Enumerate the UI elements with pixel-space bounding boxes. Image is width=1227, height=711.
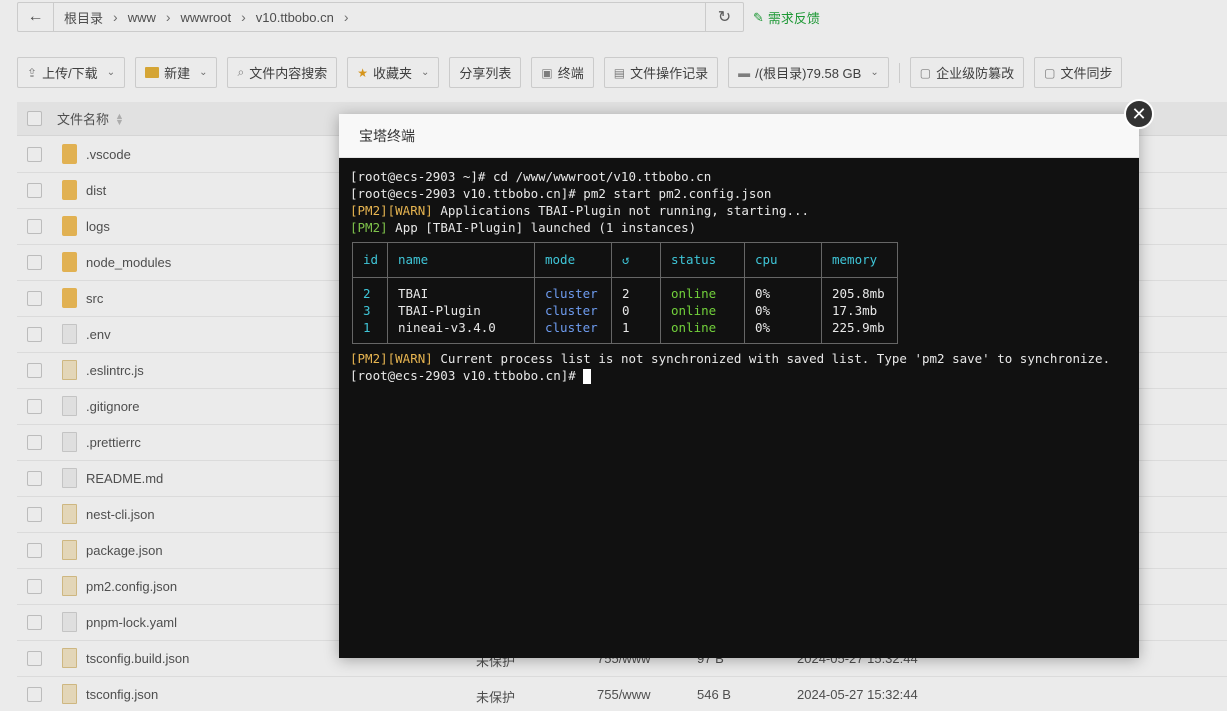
terminal-dialog: 宝塔终端 [root@ecs-2903 ~]# cd /www/wwwroot/… bbox=[339, 114, 1139, 658]
process-status-cell: online bbox=[671, 286, 717, 301]
terminal-prompt-line: [root@ecs-2903 v10.ttbobo.cn]# bbox=[350, 367, 1139, 384]
terminal-line: [PM2][WARN] Current process list is not … bbox=[350, 350, 1139, 367]
process-name-cell: TBAI bbox=[398, 286, 429, 301]
process-memory-cell: 17.3mb bbox=[832, 303, 878, 318]
table-header-name: name bbox=[398, 252, 429, 267]
process-cpu-cell: 0% bbox=[755, 286, 771, 301]
warn-tag: [PM2][WARN] bbox=[350, 351, 433, 366]
terminal-cursor bbox=[583, 369, 592, 384]
table-header-status: status bbox=[671, 252, 717, 267]
process-restart-cell: 1 bbox=[622, 320, 630, 335]
process-restart-cell: 0 bbox=[622, 303, 630, 318]
terminal-screen[interactable]: [root@ecs-2903 ~]# cd /www/wwwroot/v10.t… bbox=[339, 158, 1139, 658]
process-cpu-cell: 0% bbox=[755, 320, 771, 335]
process-cpu-cell: 0% bbox=[755, 303, 771, 318]
terminal-line: [root@ecs-2903 v10.ttbobo.cn]# pm2 start… bbox=[350, 186, 772, 201]
process-status-cell: online bbox=[671, 303, 717, 318]
table-header-mode: mode bbox=[545, 252, 576, 267]
process-name-cell: nineai-v3.4.0 bbox=[398, 320, 496, 335]
table-header-id: id bbox=[363, 252, 379, 267]
process-id-cell: 1 bbox=[363, 320, 371, 335]
dialog-title: 宝塔终端 bbox=[339, 114, 1139, 158]
launch-text: App [TBAI-Plugin] launched (1 instances) bbox=[387, 220, 697, 235]
process-restart-cell: 2 bbox=[622, 286, 630, 301]
terminal-line: [PM2] App [TBAI-Plugin] launched (1 inst… bbox=[350, 219, 1139, 236]
restart-icon: ↺ bbox=[622, 252, 630, 267]
process-id-cell: 3 bbox=[363, 303, 371, 318]
terminal-line: [PM2][WARN] Applications TBAI-Plugin not… bbox=[350, 202, 1139, 219]
table-header-memory: memory bbox=[832, 252, 878, 267]
warn-tag: [PM2][WARN] bbox=[350, 203, 433, 218]
terminal-line: [root@ecs-2903 ~]# cd /www/wwwroot/v10.t… bbox=[350, 169, 712, 184]
warn-text: Applications TBAI-Plugin not running, st… bbox=[432, 203, 810, 218]
warn-text: Current process list is not synchronized… bbox=[432, 351, 1111, 366]
process-memory-cell: 225.9mb bbox=[832, 320, 885, 335]
prompt: [root@ecs-2903 v10.ttbobo.cn]# bbox=[350, 368, 584, 383]
process-mode-cell: cluster bbox=[545, 320, 598, 335]
close-icon[interactable]: ✕ bbox=[1124, 99, 1154, 129]
process-status-cell: online bbox=[671, 320, 717, 335]
pm2-tag: [PM2] bbox=[350, 220, 388, 235]
process-id-cell: 2 bbox=[363, 286, 371, 301]
process-mode-cell: cluster bbox=[545, 303, 598, 318]
pm2-process-table: id name mode ↺ status cpu memory 2 TBAI cl… bbox=[352, 242, 898, 344]
process-mode-cell: cluster bbox=[545, 286, 598, 301]
table-header-cpu: cpu bbox=[755, 252, 778, 267]
process-memory-cell: 205.8mb bbox=[832, 286, 885, 301]
process-name-cell: TBAI-Plugin bbox=[398, 303, 481, 318]
